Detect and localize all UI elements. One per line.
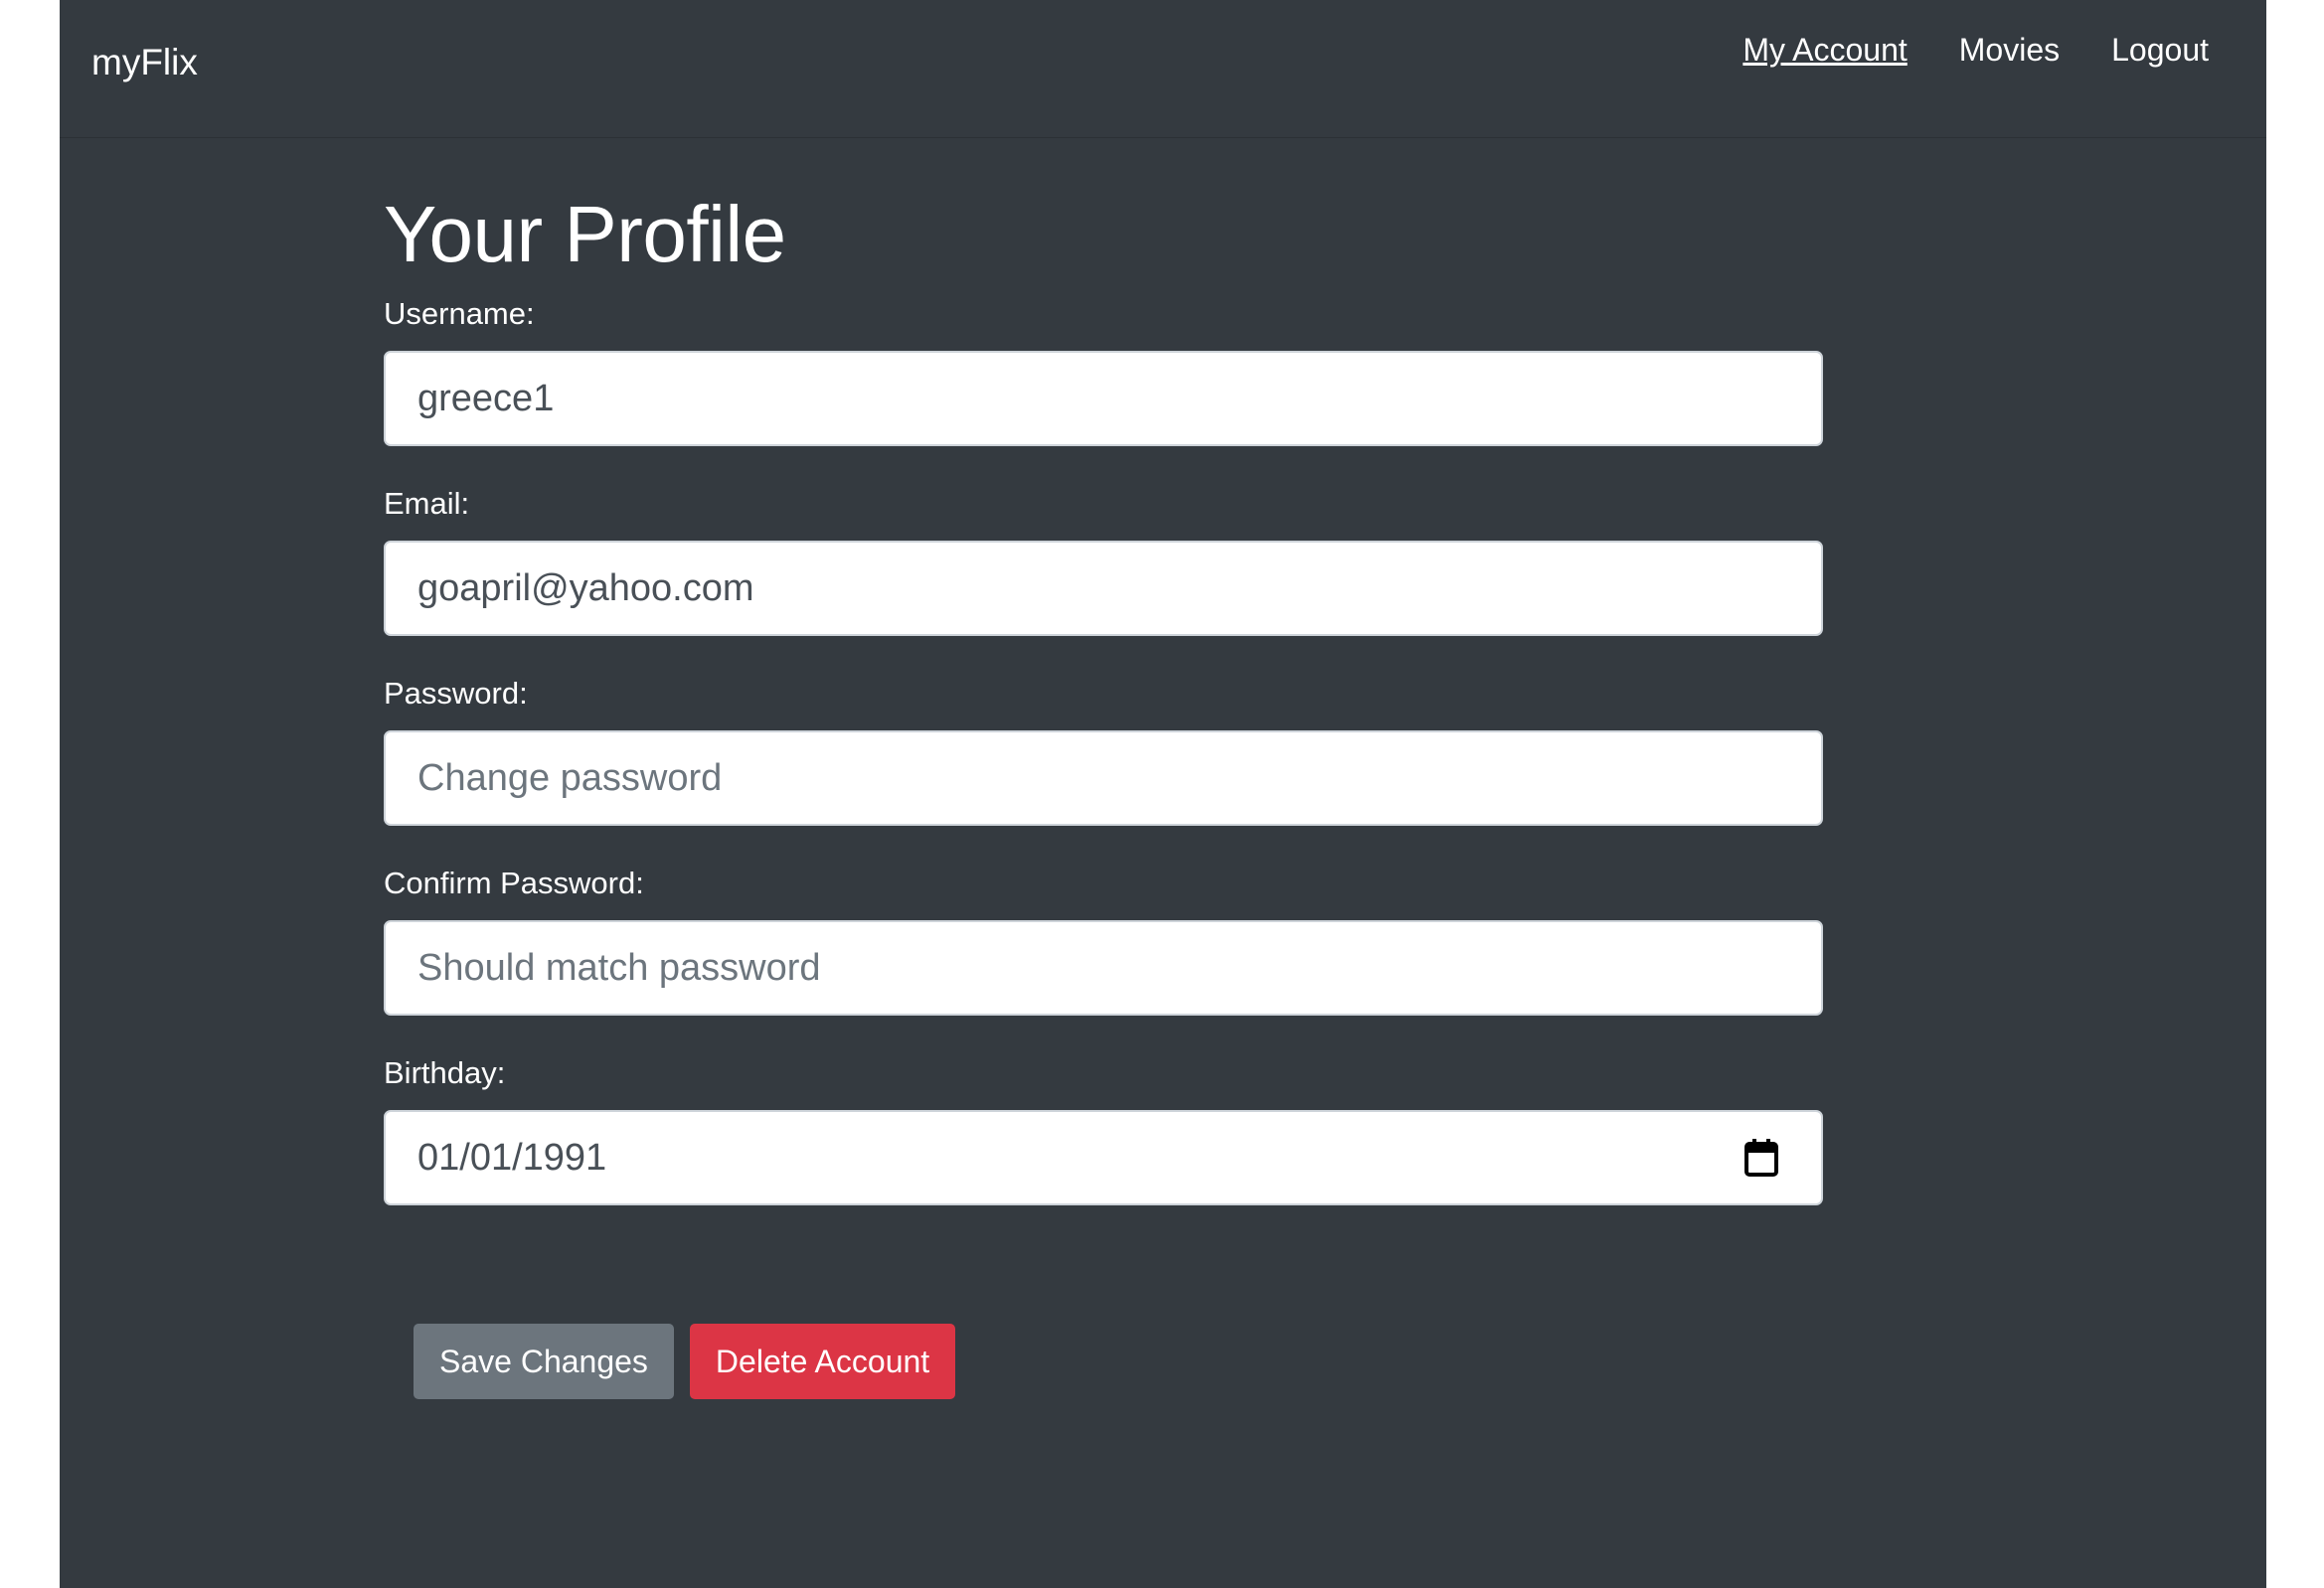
confirm-password-label: Confirm Password: (384, 866, 644, 900)
profile-form: Your Profile Username: greece1 Email: go… (384, 195, 1823, 1205)
password-input[interactable]: Change password (384, 730, 1823, 826)
birthday-group: Birthday: 01/01/1991 (384, 1057, 1823, 1205)
confirm-password-input[interactable]: Should match password (384, 920, 1823, 1016)
nav-item-my-account[interactable]: My Account (1743, 34, 1907, 66)
email-group: Email: goapril@yahoo.com (384, 488, 1823, 636)
navbar: myFlix My Account Movies Logout (60, 0, 2266, 137)
brand-logo[interactable]: myFlix (91, 44, 198, 80)
birthday-input[interactable]: 01/01/1991 (384, 1110, 1823, 1205)
email-label: Email: (384, 486, 470, 521)
form-actions: Save Changes Delete Account (414, 1324, 956, 1399)
nav-links: My Account Movies Logout (1743, 34, 2209, 66)
password-group: Password: Change password (384, 678, 1823, 826)
calendar-icon[interactable] (1743, 1138, 1779, 1178)
username-group: Username: greece1 (384, 298, 1823, 446)
nav-item-movies[interactable]: Movies (1959, 34, 2060, 66)
confirm-password-group: Confirm Password: Should match password (384, 868, 1823, 1016)
password-label: Password: (384, 676, 528, 711)
delete-account-button[interactable]: Delete Account (689, 1324, 956, 1399)
page-title: Your Profile (384, 190, 786, 278)
save-changes-button[interactable]: Save Changes (414, 1324, 674, 1399)
username-input[interactable]: greece1 (384, 351, 1823, 446)
birthday-value: 01/01/1991 (417, 1136, 607, 1179)
username-label: Username: (384, 296, 535, 331)
email-input[interactable]: goapril@yahoo.com (384, 541, 1823, 636)
nav-item-logout[interactable]: Logout (2111, 34, 2209, 66)
birthday-label: Birthday: (384, 1055, 506, 1090)
